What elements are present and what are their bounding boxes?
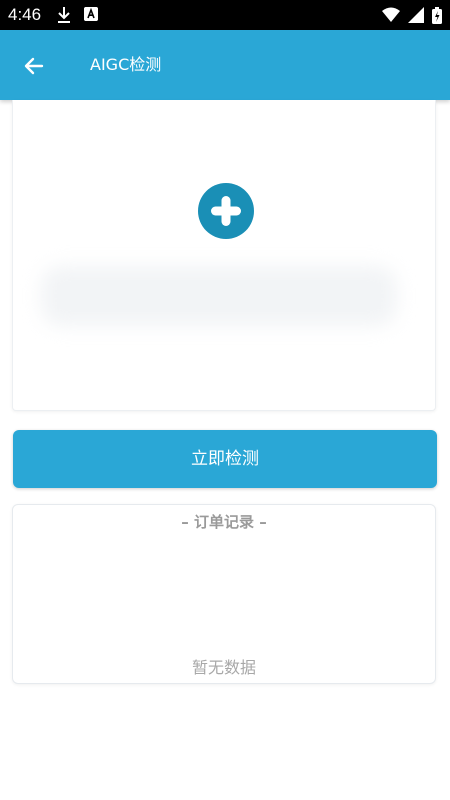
order-records-title: – 订单记录 – bbox=[181, 513, 267, 531]
empty-state-text: 暂无数据 bbox=[191, 658, 256, 677]
app-notification-icon bbox=[84, 7, 98, 21]
arrow-back-icon bbox=[24, 57, 44, 75]
status-time: 4:46 bbox=[8, 5, 42, 24]
app-bar: AIGC检测 bbox=[0, 30, 450, 100]
order-records-panel: – 订单记录 – 暂无数据 bbox=[12, 504, 436, 684]
signal-icon bbox=[408, 7, 424, 23]
blurred-hint-text bbox=[41, 266, 397, 326]
detect-now-button[interactable]: 立即检测 bbox=[13, 430, 437, 488]
battery-charging-icon bbox=[432, 6, 442, 24]
wifi-icon bbox=[382, 7, 400, 22]
back-button[interactable] bbox=[14, 46, 54, 86]
upload-area[interactable] bbox=[12, 100, 436, 411]
status-icons bbox=[382, 5, 442, 25]
add-circle-icon[interactable] bbox=[197, 182, 255, 240]
status-bar: 4:46 bbox=[0, 0, 450, 30]
download-icon bbox=[58, 7, 70, 23]
page-title: AIGC检测 bbox=[90, 55, 162, 74]
